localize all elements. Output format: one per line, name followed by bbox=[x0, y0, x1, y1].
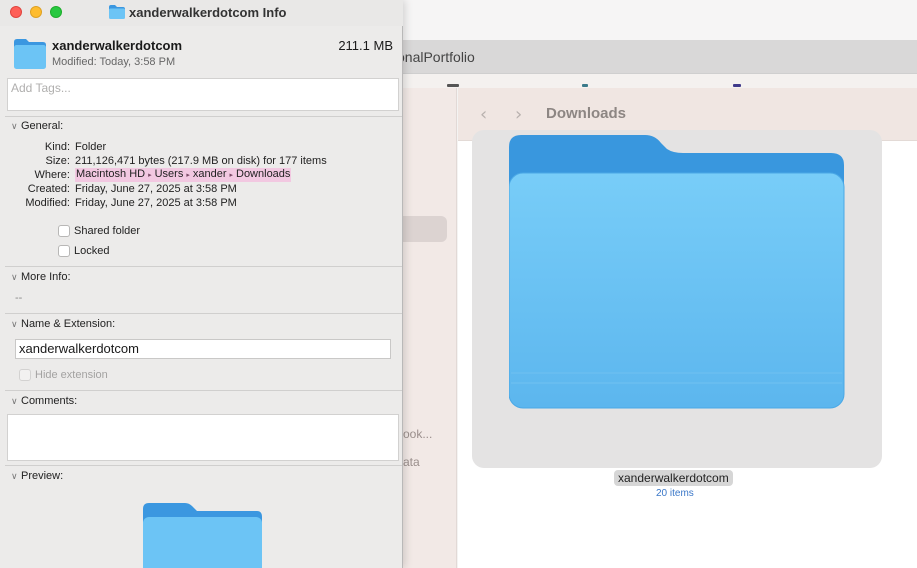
preview-section-toggle[interactable]: ∨ Preview: bbox=[11, 470, 63, 482]
chevron-down-icon[interactable]: ∨ bbox=[11, 122, 21, 132]
created-label: Created: bbox=[27, 183, 70, 195]
divider bbox=[5, 266, 402, 267]
section-heading: Preview: bbox=[21, 470, 64, 482]
chevron-down-icon[interactable]: ∨ bbox=[11, 273, 21, 283]
sidebar-item-fragment[interactable]: ata bbox=[403, 455, 420, 469]
divider bbox=[5, 313, 402, 314]
kind-value: Folder bbox=[75, 141, 107, 153]
name-extension-section-toggle[interactable]: ∨ Name & Extension: bbox=[11, 318, 115, 330]
close-button[interactable] bbox=[10, 6, 22, 18]
kind-label: Kind: bbox=[44, 141, 70, 153]
section-heading: Name & Extension: bbox=[21, 318, 116, 330]
section-heading: More Info: bbox=[21, 271, 71, 283]
path-segment[interactable]: Macintosh HD bbox=[76, 168, 145, 180]
background-toolbar-strip bbox=[403, 74, 917, 88]
modified-value: Friday, June 27, 2025 at 3:58 PM bbox=[75, 197, 237, 209]
chevron-right-icon: ▸ bbox=[148, 171, 152, 179]
info-window: xanderwalkerdotcom Info xanderwalkerdotc… bbox=[0, 0, 403, 568]
size-label: Size: bbox=[45, 155, 70, 167]
toolbar-icon-fragment[interactable] bbox=[447, 84, 459, 87]
toolbar-icon-fragment[interactable] bbox=[733, 84, 741, 87]
finder-sidebar bbox=[403, 88, 457, 568]
chevron-right-icon: ▸ bbox=[186, 171, 190, 179]
path-segment[interactable]: Downloads bbox=[236, 168, 290, 180]
more-info-section-toggle[interactable]: ∨ More Info: bbox=[11, 271, 71, 283]
hide-extension-checkbox[interactable] bbox=[19, 369, 31, 381]
folder-item-count: 20 items bbox=[656, 488, 694, 499]
created-value: Friday, June 27, 2025 at 3:58 PM bbox=[75, 183, 237, 195]
folder-icon[interactable] bbox=[508, 135, 845, 413]
locked-label[interactable]: Locked bbox=[74, 245, 109, 257]
path-segment[interactable]: xander bbox=[193, 168, 227, 180]
toolbar-icon-fragment[interactable] bbox=[582, 84, 588, 87]
name-input[interactable]: xanderwalkerdotcom bbox=[15, 339, 391, 359]
chevron-down-icon[interactable]: ∨ bbox=[11, 397, 21, 407]
modified-date: Modified: Today, 3:58 PM bbox=[52, 56, 176, 68]
path-segment[interactable]: Users bbox=[155, 168, 184, 180]
window-title: xanderwalkerdotcom Info bbox=[129, 5, 287, 20]
where-path[interactable]: Macintosh HD ▸ Users ▸ xander ▸ Downloads bbox=[75, 168, 292, 182]
background-tab-label[interactable]: onalPortfolio bbox=[397, 49, 475, 65]
folder-icon[interactable] bbox=[14, 39, 46, 72]
folder-icon bbox=[109, 5, 125, 22]
sidebar-selected-item[interactable] bbox=[403, 216, 447, 242]
more-info-value: -- bbox=[15, 292, 23, 304]
general-section-toggle[interactable]: ∨ General: bbox=[11, 120, 63, 132]
comments-section-toggle[interactable]: ∨ Comments: bbox=[11, 395, 77, 407]
finder-window-title: Downloads bbox=[546, 105, 627, 122]
chevron-down-icon[interactable]: ∨ bbox=[11, 320, 21, 330]
divider bbox=[5, 116, 402, 117]
shared-folder-checkbox[interactable] bbox=[58, 225, 70, 237]
modified-label: Modified: bbox=[25, 197, 70, 209]
minimize-button[interactable] bbox=[30, 6, 42, 18]
locked-checkbox[interactable] bbox=[58, 245, 70, 257]
file-size: 211.1 MB bbox=[338, 38, 393, 53]
section-heading: Comments: bbox=[21, 395, 78, 407]
tags-placeholder: Add Tags... bbox=[11, 81, 71, 95]
where-label: Where: bbox=[34, 169, 70, 181]
hide-extension-label[interactable]: Hide extension bbox=[35, 369, 108, 381]
divider bbox=[5, 465, 402, 466]
chevron-right-icon[interactable]: › bbox=[515, 104, 522, 125]
folder-icon bbox=[143, 503, 263, 568]
sidebar-item-fragment[interactable]: ook... bbox=[403, 427, 432, 441]
zoom-button[interactable] bbox=[50, 6, 62, 18]
comments-input[interactable] bbox=[7, 414, 399, 461]
shared-folder-label[interactable]: Shared folder bbox=[74, 225, 140, 237]
section-heading: General: bbox=[21, 120, 64, 132]
chevron-left-icon[interactable]: ‹ bbox=[480, 104, 487, 125]
folder-name-label[interactable]: xanderwalkerdotcom bbox=[614, 470, 733, 486]
file-name: xanderwalkerdotcom bbox=[52, 38, 183, 53]
chevron-right-icon: ▸ bbox=[229, 171, 233, 179]
divider bbox=[5, 390, 402, 391]
tags-input[interactable]: Add Tags... bbox=[7, 78, 399, 111]
chevron-down-icon[interactable]: ∨ bbox=[11, 472, 21, 482]
size-value: 211,126,471 bytes (217.9 MB on disk) for… bbox=[75, 155, 327, 167]
